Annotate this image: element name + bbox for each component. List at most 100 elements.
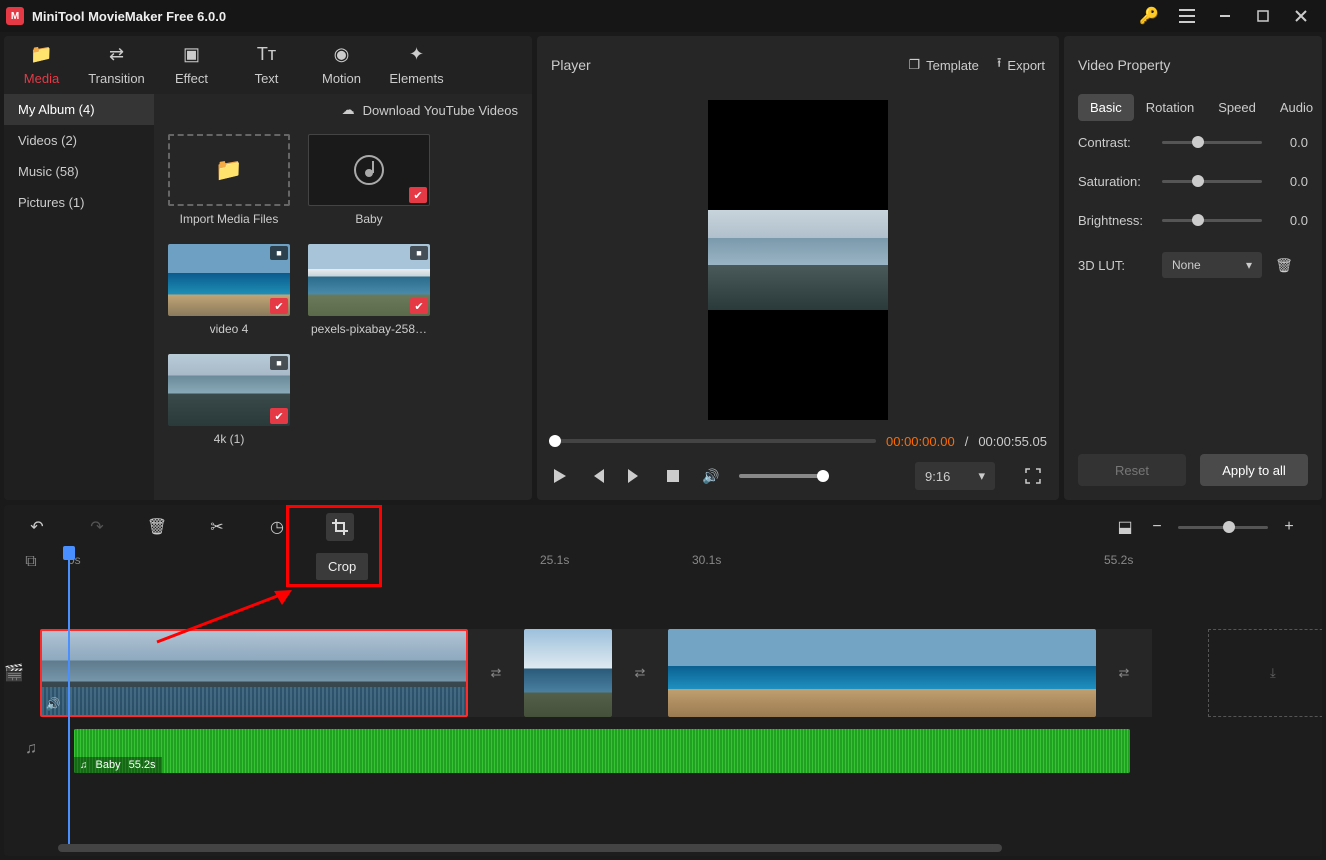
audio-track-icon: ♫ [4, 740, 58, 758]
delete-button[interactable]: 🗑 [146, 516, 168, 538]
ruler-mark: 25.1s [540, 553, 569, 567]
timeline-panel: ↶ ↷ 🗑 ✂ ◷ ⬓ − + Crop ⧉ 0s 25.1s 30.1 [4, 505, 1322, 856]
media-item-baby[interactable]: ✔ Baby [308, 134, 430, 226]
minimize-button[interactable] [1206, 0, 1244, 32]
video-track-icon: 🎬 [4, 663, 24, 683]
folder-icon: 📁 [30, 44, 52, 65]
import-media-button[interactable]: 📁 Import Media Files [168, 134, 290, 226]
close-button[interactable] [1282, 0, 1320, 32]
export-icon: ⭱ [997, 54, 1002, 76]
ruler-mark: 55.2s [1104, 553, 1133, 567]
top-tabs: 📁 Media ⇄ Transition ▣ Effect Tᴛ Text ◉ [4, 36, 532, 94]
zoom-in-button[interactable]: + [1278, 516, 1300, 538]
prop-tab-speed[interactable]: Speed [1206, 94, 1268, 121]
delete-lut-icon[interactable]: 🗑 [1274, 255, 1294, 275]
tab-motion[interactable]: ◉ Motion [304, 36, 379, 94]
speaker-icon: 🔊 [46, 697, 61, 711]
playhead[interactable] [68, 554, 70, 844]
audio-clip-duration: 55.2s [129, 759, 156, 771]
tab-text[interactable]: Tᴛ Text [229, 36, 304, 94]
activate-key-icon[interactable]: 🔑 [1130, 0, 1168, 32]
media-item-pexels[interactable]: ■ ✔ pexels-pixabay-258… [308, 244, 430, 336]
cloud-download-icon: ☁ [342, 102, 355, 118]
brightness-value: 0.0 [1274, 213, 1308, 228]
video-icon: ■ [270, 356, 288, 370]
tab-media[interactable]: 📁 Media [4, 36, 79, 94]
audio-track: ♫ ♫ Baby 55.2s [4, 721, 1322, 777]
fullscreen-button[interactable] [1019, 462, 1047, 490]
crop-button[interactable] [326, 513, 354, 541]
reset-button[interactable]: Reset [1078, 454, 1186, 486]
timeline-scrollbar[interactable] [58, 844, 1268, 854]
transition-icon: ⇄ [109, 44, 124, 65]
video-icon: ■ [270, 246, 288, 260]
split-button[interactable]: ✂ [206, 516, 228, 538]
volume-slider[interactable] [739, 474, 829, 478]
media-item-video4[interactable]: ■ ✔ video 4 [168, 244, 290, 336]
seek-slider[interactable] [549, 439, 876, 443]
undo-button[interactable]: ↶ [26, 516, 48, 538]
clip-3[interactable] [668, 629, 1096, 717]
media-side-list: My Album (4) Videos (2) Music (58) Pictu… [4, 94, 154, 500]
transition-slot-3[interactable]: ⇄ [1096, 629, 1152, 717]
export-button[interactable]: ⭱ Export [997, 54, 1045, 76]
text-icon: Tᴛ [257, 44, 276, 65]
fit-zoom-icon[interactable]: ⬓ [1114, 516, 1136, 538]
media-item-4k[interactable]: ■ ✔ 4k (1) [168, 354, 290, 446]
contrast-value: 0.0 [1274, 135, 1308, 150]
lut-select[interactable]: None ▾ [1162, 252, 1262, 278]
volume-icon[interactable]: 🔊 [701, 466, 721, 486]
side-videos[interactable]: Videos (2) [4, 125, 154, 156]
prop-tab-rotation[interactable]: Rotation [1134, 94, 1206, 121]
tab-effect[interactable]: ▣ Effect [154, 36, 229, 94]
side-pictures[interactable]: Pictures (1) [4, 187, 154, 218]
side-my-album[interactable]: My Album (4) [4, 94, 154, 125]
redo-button[interactable]: ↷ [86, 516, 108, 538]
stop-button[interactable] [663, 466, 683, 486]
aspect-select[interactable]: 9:16 ▾ [915, 462, 995, 490]
play-button[interactable] [549, 466, 569, 486]
track-spacer [4, 575, 1322, 625]
tab-transition[interactable]: ⇄ Transition [79, 36, 154, 94]
player-title: Player [551, 57, 591, 73]
motion-icon: ◉ [334, 44, 350, 65]
brightness-slider[interactable] [1162, 219, 1262, 222]
drop-zone[interactable]: ⤓ [1208, 629, 1322, 717]
next-frame-button[interactable] [625, 466, 645, 486]
apply-all-button[interactable]: Apply to all [1200, 454, 1308, 486]
saturation-slider[interactable] [1162, 180, 1262, 183]
ruler-mark: 30.1s [692, 553, 721, 567]
speed-button[interactable]: ◷ [266, 516, 288, 538]
chevron-down-icon: ▾ [1246, 258, 1252, 272]
download-youtube-link[interactable]: ☁ Download YouTube Videos [154, 94, 532, 126]
zoom-out-button[interactable]: − [1146, 516, 1168, 538]
transition-slot-2[interactable]: ⇄ [612, 629, 668, 717]
prop-tab-audio[interactable]: Audio [1268, 94, 1322, 121]
check-icon: ✔ [270, 408, 288, 424]
check-icon: ✔ [410, 298, 428, 314]
contrast-slider[interactable] [1162, 141, 1262, 144]
add-track-icon[interactable]: ⧉ [4, 549, 58, 575]
clip-1[interactable]: 🔊 [40, 629, 468, 717]
property-panel: › Video Property Basic Rotation Speed Au… [1064, 36, 1322, 500]
transition-slot-1[interactable]: ⇄ [468, 629, 524, 717]
contrast-label: Contrast: [1078, 135, 1150, 150]
maximize-button[interactable] [1244, 0, 1282, 32]
clip-2[interactable] [524, 629, 612, 717]
side-music[interactable]: Music (58) [4, 156, 154, 187]
time-current: 00:00:00.00 [886, 434, 955, 449]
audio-clip[interactable]: ♫ Baby 55.2s [74, 729, 1130, 773]
media-panel: 📁 Media ⇄ Transition ▣ Effect Tᴛ Text ◉ [4, 36, 532, 500]
saturation-label: Saturation: [1078, 174, 1150, 189]
prop-tab-basic[interactable]: Basic [1078, 94, 1134, 121]
template-button[interactable]: ❐ Template [908, 57, 978, 73]
player-panel: Player ❐ Template ⭱ Export 00:00:00.00 [537, 36, 1059, 500]
property-title: Video Property [1064, 36, 1322, 94]
chevron-down-icon: ▾ [978, 468, 985, 484]
timeline-ruler[interactable]: ⧉ 0s 25.1s 30.1s 55.2s [4, 549, 1322, 575]
zoom-slider[interactable] [1178, 526, 1268, 529]
prev-frame-button[interactable] [587, 466, 607, 486]
tab-elements[interactable]: ✦ Elements [379, 36, 454, 94]
titlebar: M MiniTool MovieMaker Free 6.0.0 🔑 [0, 0, 1326, 32]
menu-icon[interactable] [1168, 0, 1206, 32]
